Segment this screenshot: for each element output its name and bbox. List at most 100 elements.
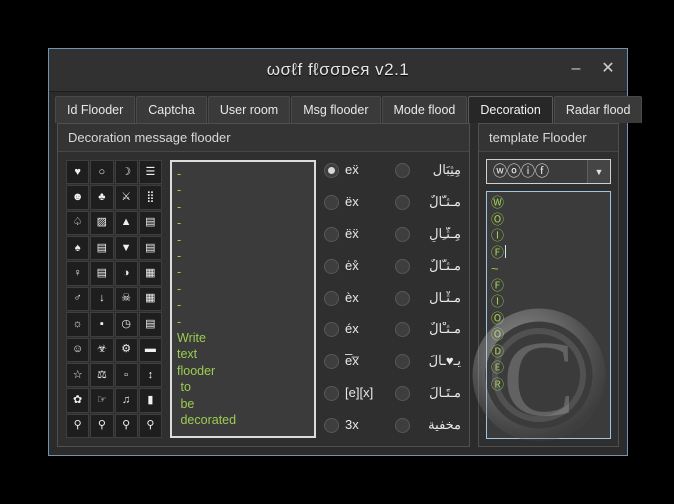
- symbol-button[interactable]: ▤: [90, 261, 114, 286]
- tab-radar-flood[interactable]: Radar flood: [553, 96, 643, 123]
- arabic-style-option[interactable]: يـ♥ـآلَ: [394, 354, 461, 370]
- latin-style-option[interactable]: e̅x̅: [324, 354, 391, 370]
- latin-style-option[interactable]: [e][x]: [324, 386, 391, 402]
- template-list-item[interactable]: Ⓞ: [491, 311, 606, 328]
- radio-indicator[interactable]: [394, 258, 410, 274]
- latin-style-option[interactable]: éx: [324, 322, 391, 338]
- chevron-down-icon[interactable]: ▼: [587, 160, 610, 183]
- arabic-style-option[interactable]: مِثِبَال: [394, 163, 461, 178]
- template-list-item[interactable]: Ⓕ: [491, 278, 606, 295]
- symbol-button[interactable]: ○: [90, 160, 114, 185]
- latin-style-option[interactable]: ëẍ: [324, 226, 391, 242]
- radio-indicator[interactable]: [394, 194, 410, 210]
- symbol-button[interactable]: ▤: [138, 210, 162, 236]
- symbol-button[interactable]: ✿: [66, 388, 90, 413]
- symbol-button[interactable]: ▼: [114, 236, 138, 261]
- arabic-style-option[interactable]: مـثـْالٌ: [394, 322, 461, 338]
- template-list-item[interactable]: Ⓘ: [491, 228, 606, 245]
- symbol-button[interactable]: ⚲: [114, 413, 138, 438]
- symbol-button[interactable]: ♥: [66, 160, 90, 185]
- latin-style-option[interactable]: ëx: [324, 194, 391, 210]
- arabic-style-option[interactable]: مـثْـالٍ: [394, 290, 461, 306]
- latin-style-option[interactable]: eẍ: [324, 163, 391, 178]
- template-dropdown[interactable]: ⓦⓞⓘⓕ ▼: [486, 159, 611, 184]
- symbol-button[interactable]: ▨: [90, 210, 114, 236]
- template-list-item[interactable]: Ⓓ: [491, 344, 606, 361]
- radio-indicator[interactable]: [324, 418, 339, 433]
- symbol-button[interactable]: ▮: [138, 388, 162, 413]
- symbol-button[interactable]: ▦: [138, 261, 162, 286]
- radio-indicator[interactable]: [324, 163, 339, 178]
- radio-indicator[interactable]: [394, 226, 410, 242]
- symbol-button[interactable]: ▬: [138, 337, 162, 362]
- radio-indicator[interactable]: [394, 386, 410, 402]
- symbol-button[interactable]: ⚲: [90, 413, 114, 438]
- symbol-button[interactable]: ⚔: [114, 185, 138, 210]
- radio-indicator[interactable]: [394, 322, 410, 338]
- symbol-button[interactable]: ▪: [90, 312, 114, 337]
- template-list-item[interactable]: Ⓡ: [491, 377, 606, 394]
- symbol-button[interactable]: ⣿: [138, 185, 162, 210]
- radio-indicator[interactable]: [324, 354, 339, 370]
- radio-indicator[interactable]: [394, 290, 410, 306]
- symbol-button[interactable]: ⚙: [114, 337, 138, 362]
- symbol-button[interactable]: ↕: [138, 362, 162, 388]
- symbol-button[interactable]: ☻: [66, 185, 90, 210]
- template-list-item[interactable]: Ⓔ: [491, 360, 606, 377]
- template-list-item[interactable]: Ⓕ: [491, 244, 606, 262]
- symbol-button[interactable]: ☠: [114, 286, 138, 312]
- template-list-item[interactable]: ~: [491, 261, 606, 278]
- radio-indicator[interactable]: [324, 322, 339, 338]
- symbol-button[interactable]: ☞: [90, 388, 114, 413]
- symbol-button[interactable]: ☺: [66, 337, 90, 362]
- symbol-button[interactable]: ⚲: [66, 413, 90, 438]
- symbol-button[interactable]: ♠: [66, 236, 90, 261]
- tab-msg-flooder[interactable]: Msg flooder: [291, 96, 381, 123]
- symbol-button[interactable]: ⚲: [138, 413, 162, 438]
- symbol-button[interactable]: ☆: [66, 362, 90, 388]
- radio-indicator[interactable]: [394, 418, 410, 433]
- message-textarea[interactable]: [170, 160, 316, 438]
- tab-user-room[interactable]: User room: [207, 96, 291, 123]
- symbol-button[interactable]: ◷: [114, 312, 138, 337]
- symbol-button[interactable]: ☼: [66, 312, 90, 337]
- arabic-style-option[interactable]: مـثـَّالٌ: [394, 194, 461, 210]
- radio-indicator[interactable]: [394, 354, 410, 370]
- symbol-button[interactable]: ▤: [138, 312, 162, 337]
- radio-indicator[interactable]: [324, 226, 339, 242]
- close-icon[interactable]: ✕: [599, 61, 617, 79]
- arabic-style-option[interactable]: مخفية: [394, 418, 461, 433]
- radio-indicator[interactable]: [394, 163, 410, 178]
- symbol-button[interactable]: ⚖: [90, 362, 114, 388]
- symbol-button[interactable]: ▤: [90, 236, 114, 261]
- latin-style-option[interactable]: èx: [324, 290, 391, 306]
- arabic-style-option[interactable]: مـتَـآلَ: [394, 386, 461, 402]
- template-list-item[interactable]: Ⓦ: [491, 195, 606, 212]
- tab-mode-flood[interactable]: Mode flood: [381, 96, 468, 123]
- template-list-item[interactable]: Ⓘ: [491, 294, 606, 311]
- radio-indicator[interactable]: [324, 258, 339, 274]
- tab-captcha[interactable]: Captcha: [136, 96, 207, 123]
- symbol-button[interactable]: ▤: [138, 236, 162, 261]
- symbol-button[interactable]: ▫: [114, 362, 138, 388]
- arabic-style-option[interactable]: مِـثّـِالٍ: [394, 226, 461, 242]
- symbol-button[interactable]: ☣: [90, 337, 114, 362]
- symbol-button[interactable]: ♂: [66, 286, 90, 312]
- template-list-item[interactable]: Ⓞ: [491, 212, 606, 229]
- template-list[interactable]: Ⓦ Ⓞ Ⓘ Ⓕ ~ Ⓕ Ⓘ Ⓞ Ⓞ Ⓓ Ⓔ Ⓡ: [486, 191, 611, 439]
- latin-style-option[interactable]: 3x: [324, 418, 391, 433]
- symbol-button[interactable]: ▦: [138, 286, 162, 312]
- tab-decoration[interactable]: Decoration: [468, 96, 553, 123]
- arabic-style-option[interactable]: مـثـّالٌ: [394, 258, 461, 274]
- symbol-button[interactable]: ♤: [66, 210, 90, 236]
- radio-indicator[interactable]: [324, 194, 339, 210]
- symbol-button[interactable]: ♫: [114, 388, 138, 413]
- symbol-button[interactable]: ☽: [114, 160, 138, 185]
- symbol-button[interactable]: ♣: [90, 185, 114, 210]
- radio-indicator[interactable]: [324, 386, 339, 402]
- symbol-button[interactable]: ▲: [114, 210, 138, 236]
- template-list-item[interactable]: Ⓞ: [491, 327, 606, 344]
- latin-style-option[interactable]: ėx̊: [324, 258, 391, 274]
- minimize-icon[interactable]: –: [567, 61, 585, 79]
- radio-indicator[interactable]: [324, 290, 339, 306]
